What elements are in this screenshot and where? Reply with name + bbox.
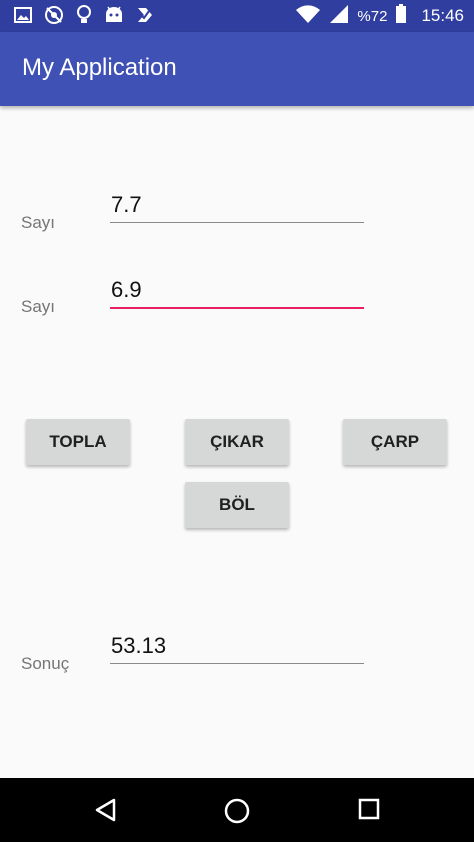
battery-icon	[395, 4, 407, 28]
navigation-bar	[0, 778, 474, 842]
subtract-button[interactable]: ÇIKAR	[185, 419, 289, 465]
signal-icon	[329, 4, 349, 28]
second-number-input[interactable]: 6.9	[110, 275, 364, 309]
result-label: Sonuç	[21, 654, 70, 673]
image-icon	[14, 6, 32, 29]
lightbulb-icon	[76, 5, 92, 30]
multiply-button[interactable]: ÇARP	[343, 419, 447, 465]
app-bar: My Application	[0, 32, 474, 106]
back-icon[interactable]	[94, 798, 118, 827]
battery-text: %72	[357, 7, 388, 25]
status-time: 15:46	[421, 6, 464, 25]
android-icon	[104, 6, 124, 29]
first-number-label: Sayı	[21, 213, 56, 232]
status-bar: %72 15:46	[0, 0, 474, 32]
divide-button[interactable]: BÖL	[185, 482, 289, 528]
check-icon	[136, 6, 154, 29]
result-field: 53.13	[110, 631, 364, 664]
app-title: My Application	[22, 54, 177, 81]
home-icon[interactable]	[224, 798, 250, 829]
recents-icon[interactable]	[358, 798, 380, 825]
no-location-icon	[44, 5, 64, 30]
add-button[interactable]: TOPLA	[26, 419, 130, 465]
second-number-label: Sayı	[21, 297, 56, 316]
wifi-icon	[295, 4, 321, 28]
first-number-input[interactable]: 7.7	[110, 190, 364, 223]
